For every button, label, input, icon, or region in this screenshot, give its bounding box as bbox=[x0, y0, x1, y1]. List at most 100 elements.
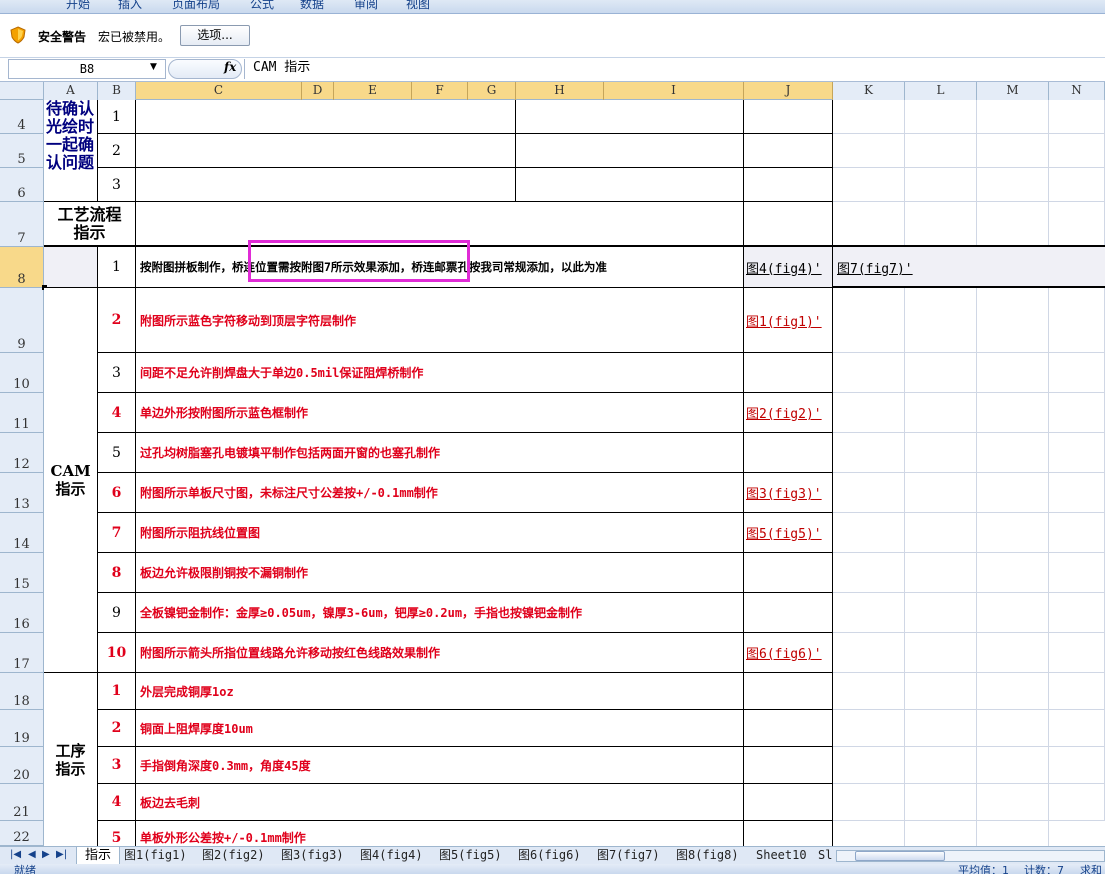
proc-num-1[interactable]: 1 bbox=[98, 673, 136, 710]
link-fig6[interactable]: 图6(fig6)' bbox=[744, 633, 833, 673]
cam-num-8[interactable]: 8 bbox=[98, 553, 136, 593]
column-l-header[interactable]: L bbox=[905, 82, 977, 100]
process-flow-link-cell[interactable] bbox=[744, 202, 833, 247]
sheet-tab-fig7[interactable]: 图7(fig7) bbox=[597, 847, 660, 864]
link-fig1[interactable]: 图1(fig1)' bbox=[744, 288, 833, 353]
tab-page-layout[interactable]: 页面布局 bbox=[172, 0, 220, 12]
column-d-header[interactable]: D bbox=[302, 82, 334, 100]
row-header-20[interactable]: 20 bbox=[0, 747, 44, 784]
cam-instruction-4[interactable]: 单边外形按附图所示蓝色框制作 bbox=[136, 393, 744, 433]
column-m-header[interactable]: M bbox=[977, 82, 1049, 100]
confirm-cell[interactable] bbox=[136, 134, 516, 168]
row-header-19[interactable]: 19 bbox=[0, 710, 44, 747]
row8-num[interactable]: 1 bbox=[98, 247, 136, 288]
tab-formulas[interactable]: 公式 bbox=[250, 0, 274, 12]
column-k-header[interactable]: K bbox=[833, 82, 905, 100]
tab-view[interactable]: 视图 bbox=[406, 0, 430, 12]
cam-num-5[interactable]: 5 bbox=[98, 433, 136, 473]
next-sheet-icon[interactable]: ▶ bbox=[42, 849, 50, 860]
row8-a-cell[interactable] bbox=[44, 247, 98, 288]
row-header-15[interactable]: 15 bbox=[0, 553, 44, 593]
proc-instruction-1[interactable]: 外层完成铜厚1oz bbox=[136, 673, 744, 710]
proc-instruction-5[interactable]: 单板外形公差按+/-0.1mm制作 bbox=[136, 821, 744, 846]
cam-instruction-10[interactable]: 附图所示箭头所指位置线路允许移动按红色线路效果制作 bbox=[136, 633, 744, 673]
cam-link-cell-3[interactable] bbox=[744, 353, 833, 393]
cam-instruction-2[interactable]: 附图所示蓝色字符移动到顶层字符层制作 bbox=[136, 288, 744, 353]
cam-instruction-9[interactable]: 全板镍钯金制作：金厚≥0.05um，镍厚3-6um，钯厚≥0.2um，手指也按镍… bbox=[136, 593, 744, 633]
link-fig7[interactable]: 图7(fig7)' bbox=[835, 247, 955, 288]
confirm-cell[interactable] bbox=[744, 100, 833, 134]
link-fig3[interactable]: 图3(fig3)' bbox=[744, 473, 833, 513]
link-fig4[interactable]: 图4(fig4)' bbox=[744, 247, 833, 288]
row-header-14[interactable]: 14 bbox=[0, 513, 44, 553]
proc-num-3[interactable]: 3 bbox=[98, 747, 136, 784]
confirm-section-label[interactable]: 待确认光绘时一起确认问题 bbox=[44, 100, 98, 202]
confirm-cell[interactable] bbox=[516, 134, 744, 168]
sheet-tab-fig8[interactable]: 图8(fig8) bbox=[676, 847, 739, 864]
cam-num-7[interactable]: 7 bbox=[98, 513, 136, 553]
column-a-header[interactable]: A bbox=[44, 82, 98, 100]
column-f-header[interactable]: F bbox=[412, 82, 468, 100]
row-header-8[interactable]: 8 bbox=[0, 247, 44, 288]
cam-link-cell-8[interactable] bbox=[744, 553, 833, 593]
scrollbar-thumb[interactable] bbox=[855, 851, 945, 861]
row-header-12[interactable]: 12 bbox=[0, 433, 44, 473]
proc-num-2[interactable]: 2 bbox=[98, 710, 136, 747]
confirm-cell[interactable] bbox=[136, 100, 516, 134]
cam-num-10[interactable]: 10 bbox=[98, 633, 136, 673]
confirm-cell[interactable] bbox=[516, 168, 744, 202]
sheet-tab-fig5[interactable]: 图5(fig5) bbox=[439, 847, 502, 864]
cam-instruction-8[interactable]: 板边允许极限削铜按不漏铜制作 bbox=[136, 553, 744, 593]
cam-link-cell-5[interactable] bbox=[744, 433, 833, 473]
row-header-21[interactable]: 21 bbox=[0, 784, 44, 821]
confirm-num-3[interactable]: 3 bbox=[98, 168, 136, 202]
proc-link-cell[interactable] bbox=[744, 784, 833, 821]
row-header-4[interactable]: 4 bbox=[0, 100, 44, 134]
cam-num-2[interactable]: 2 bbox=[98, 288, 136, 353]
process-flow-label[interactable]: 工艺流程指示 bbox=[44, 202, 136, 247]
cam-link-cell-9[interactable] bbox=[744, 593, 833, 633]
confirm-cell[interactable] bbox=[136, 168, 516, 202]
proc-instruction-3[interactable]: 手指倒角深度0.3mm，角度45度 bbox=[136, 747, 744, 784]
link-fig5[interactable]: 图5(fig5)' bbox=[744, 513, 833, 553]
tab-insert[interactable]: 插入 bbox=[118, 0, 142, 12]
options-button[interactable]: 选项... bbox=[180, 25, 250, 46]
column-i-header[interactable]: I bbox=[604, 82, 744, 100]
row-header-6[interactable]: 6 bbox=[0, 168, 44, 202]
sheet-tab-more[interactable]: Sl bbox=[818, 847, 832, 864]
tab-data[interactable]: 数据 bbox=[300, 0, 324, 12]
confirm-cell[interactable] bbox=[516, 100, 744, 134]
link-fig2[interactable]: 图2(fig2)' bbox=[744, 393, 833, 433]
cam-instruction-3[interactable]: 间距不足允许削焊盘大于单边0.5mil保证阻焊桥制作 bbox=[136, 353, 744, 393]
proc-instruction-4[interactable]: 板边去毛刺 bbox=[136, 784, 744, 821]
column-j-header[interactable]: J bbox=[744, 82, 833, 100]
proc-num-5[interactable]: 5 bbox=[98, 821, 136, 846]
cam-instruction-6[interactable]: 附图所示单板尺寸图，未标注尺寸公差按+/-0.1mm制作 bbox=[136, 473, 744, 513]
row-header-9[interactable]: 9 bbox=[0, 288, 44, 353]
cam-instruction-5[interactable]: 过孔均树脂塞孔电镀填平制作包括两面开窗的也塞孔制作 bbox=[136, 433, 744, 473]
cam-num-6[interactable]: 6 bbox=[98, 473, 136, 513]
sheet-tab-sheet10[interactable]: Sheet10 bbox=[756, 847, 807, 864]
cam-num-3[interactable]: 3 bbox=[98, 353, 136, 393]
proc-link-cell[interactable] bbox=[744, 747, 833, 784]
confirm-num-1[interactable]: 1 bbox=[98, 100, 136, 134]
column-h-header[interactable]: H bbox=[516, 82, 604, 100]
sheet-tab-instructions[interactable]: 指示 bbox=[76, 847, 120, 865]
proc-link-cell[interactable] bbox=[744, 710, 833, 747]
proc-instruction-2[interactable]: 铜面上阻焊厚度10um bbox=[136, 710, 744, 747]
tab-review[interactable]: 审阅 bbox=[354, 0, 378, 12]
confirm-num-2[interactable]: 2 bbox=[98, 134, 136, 168]
proc-link-cell[interactable] bbox=[744, 673, 833, 710]
row-header-17[interactable]: 17 bbox=[0, 633, 44, 673]
name-box[interactable]: B8 bbox=[8, 59, 166, 79]
chevron-down-icon[interactable]: ▼ bbox=[150, 62, 157, 72]
cam-instruction-7[interactable]: 附图所示阻抗线位置图 bbox=[136, 513, 744, 553]
select-all-corner[interactable] bbox=[0, 82, 44, 100]
row-header-11[interactable]: 11 bbox=[0, 393, 44, 433]
sheet-tab-fig1[interactable]: 图1(fig1) bbox=[124, 847, 187, 864]
row-header-18[interactable]: 18 bbox=[0, 673, 44, 710]
first-sheet-icon[interactable]: |◀ bbox=[10, 849, 21, 860]
formula-input[interactable]: CAM 指示 bbox=[244, 59, 1105, 79]
tab-home[interactable]: 开始 bbox=[66, 0, 90, 12]
sheet-tab-fig3[interactable]: 图3(fig3) bbox=[281, 847, 344, 864]
